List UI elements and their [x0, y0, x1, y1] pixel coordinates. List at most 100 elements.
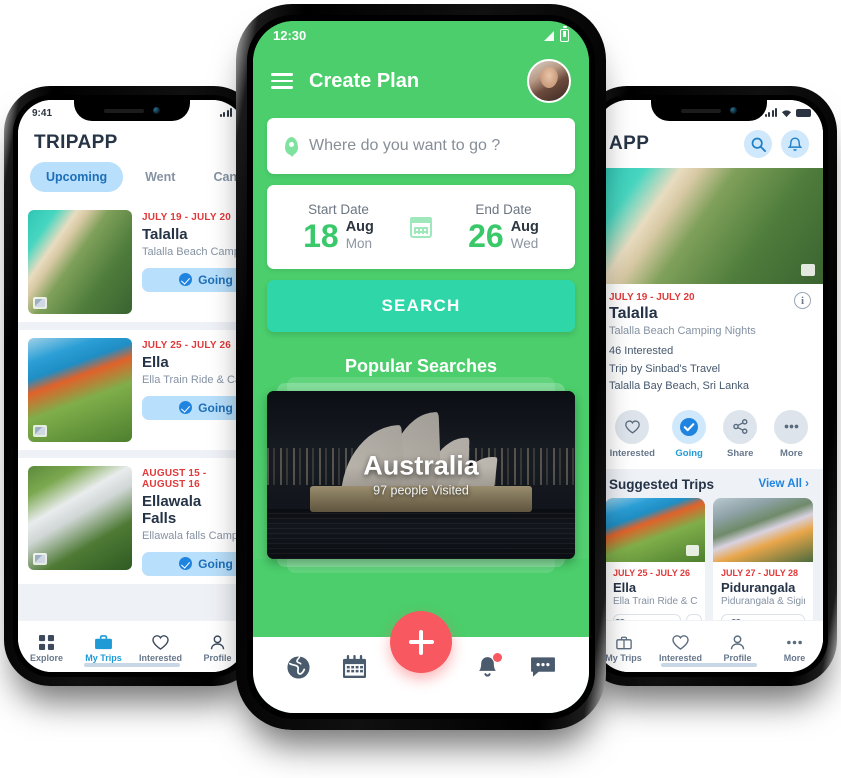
table-row[interactable]: JULY 19 - JULY 20 Talalla Talalla Beach …: [18, 202, 246, 322]
wifi-icon: [782, 109, 791, 117]
end-date-month: Aug: [510, 219, 539, 236]
going-label: Going: [198, 556, 233, 571]
center-phone-inner: 12:30 Create Plan Where do you want to g…: [247, 15, 595, 719]
tab-bar: Upcoming Went Cancelled: [18, 162, 246, 202]
end-date-label: End Date: [475, 202, 532, 218]
start-date-value: 18 Aug Mon: [303, 219, 374, 251]
right-bottom-nav: My Trips Interested Profile More: [595, 620, 823, 672]
going-button[interactable]: Going: [142, 551, 246, 576]
location-pin-icon: [285, 137, 298, 155]
section-title: Suggested Trips: [609, 476, 715, 492]
signal-icon: [219, 108, 232, 117]
search-input[interactable]: Where do you want to go ?: [267, 118, 575, 174]
popular-searches-title: Popular Searches: [344, 356, 498, 376]
table-row[interactable]: JULY 25 - JULY 26 Ella Ella Train Ride &…: [18, 330, 246, 450]
search-icon[interactable]: [744, 130, 772, 158]
trip-name: Ella: [142, 354, 169, 371]
bell-icon[interactable]: [781, 130, 809, 158]
action-interested[interactable]: Interested: [609, 409, 655, 459]
sidebar-item-label: Explore: [29, 652, 63, 663]
trip-info: AUGUST 15 - AUGUST 16 Ellawala Falls Ell…: [142, 466, 246, 576]
sidebar-item-explore[interactable]: Explore: [18, 634, 75, 663]
sidebar-item-label: My Trips: [85, 652, 122, 663]
action-going[interactable]: Going: [672, 409, 707, 459]
trip-thumbnail[interactable]: [28, 466, 132, 570]
end-date-month-weekday: Aug Wed: [511, 219, 539, 251]
front-camera-icon: [153, 107, 160, 114]
avatar[interactable]: [527, 59, 571, 103]
going-button[interactable]: Going: [142, 395, 246, 420]
sidebar-item-interested[interactable]: Interested: [652, 634, 709, 663]
search-button[interactable]: SEARCH: [267, 280, 575, 332]
nav-notifications[interactable]: [468, 653, 508, 679]
add-plan-fab[interactable]: [390, 611, 452, 673]
start-date-field[interactable]: Start Date 18 Aug Mon: [267, 202, 410, 251]
suggested-thumbnail[interactable]: [605, 497, 705, 562]
trip-date: JULY 27 - JULY 28: [721, 567, 799, 578]
speaker-icon: [681, 108, 721, 113]
nav-calendar[interactable]: [334, 655, 374, 679]
sidebar-item-label: More: [783, 652, 806, 663]
left-phone-frame: 9:41 TRIPAPP Upcoming Went Cancelled JUL…: [4, 86, 260, 686]
info-icon[interactable]: i: [794, 292, 811, 309]
person-icon: [730, 634, 745, 649]
trip-date: JULY 25 - JULY 26: [613, 567, 691, 578]
trip-thumbnail[interactable]: [28, 338, 132, 442]
trip-operator: Trip by Sinbad's Travel: [609, 362, 721, 375]
right-phone-notch: [651, 100, 767, 121]
suggested-header: Suggested Trips View All ›: [595, 468, 823, 498]
sidebar-item-my-trips[interactable]: My Trips: [75, 634, 132, 663]
tab-upcoming[interactable]: Upcoming: [30, 162, 124, 192]
nav-globe[interactable]: [279, 655, 319, 680]
interested-count: 46 Interested: [609, 345, 674, 357]
destination-name: Australia: [363, 450, 479, 481]
trip-name: Talalla: [609, 305, 658, 322]
check-circle-icon: [179, 557, 193, 571]
popular-destination-card[interactable]: Australia 97 people Visited: [267, 391, 575, 559]
multi-image-icon: [686, 544, 699, 556]
center-status-bar: 12:30: [253, 21, 589, 50]
create-plan-body: Where do you want to go ? Start Date 18 …: [253, 112, 589, 573]
destination-meta: 97 people Visited: [373, 483, 469, 498]
heart-icon: [672, 634, 689, 650]
right-phone-frame: APP i JULY 19 - JULY 20 Talalla Talalla …: [581, 86, 837, 686]
end-date-field[interactable]: End Date 26 Aug Wed: [432, 202, 575, 251]
trip-thumbnail[interactable]: [28, 210, 132, 314]
table-row[interactable]: AUGUST 15 - AUGUST 16 Ellawala Falls Ell…: [18, 458, 246, 584]
end-date-value: 26 Aug Wed: [468, 219, 539, 251]
trip-location: Talalla Bay Beach, Sri Lanka: [609, 380, 750, 393]
going-button[interactable]: Going: [142, 267, 246, 292]
sidebar-item-more[interactable]: More: [766, 635, 823, 663]
nav-messages[interactable]: [523, 656, 563, 678]
date-range-picker: Start Date 18 Aug Mon End Date 26 Aug We…: [267, 185, 575, 269]
search-button-label: SEARCH: [381, 296, 461, 315]
right-header: APP: [595, 126, 823, 168]
page-title: Create Plan: [309, 69, 420, 92]
trip-description: Talalla Beach Camping Nights: [609, 325, 756, 337]
briefcase-icon: [615, 636, 632, 649]
hamburger-icon[interactable]: [271, 73, 293, 89]
battery-icon: [560, 26, 569, 42]
action-label: Interested: [609, 447, 655, 459]
suggested-thumbnail[interactable]: [713, 497, 813, 562]
view-all-link[interactable]: View All ›: [759, 478, 810, 490]
calendar-icon[interactable]: [410, 216, 432, 238]
header-icons: [744, 130, 809, 158]
trip-description: Ellawala falls Camping Nights: [142, 530, 246, 542]
action-label: Share: [727, 447, 754, 459]
check-circle-icon: [179, 401, 193, 415]
sidebar-item-profile[interactable]: Profile: [709, 634, 766, 663]
status-indicators: [544, 26, 569, 42]
left-phone-notch: [74, 100, 190, 121]
action-share[interactable]: Share: [723, 409, 758, 459]
sidebar-item-interested[interactable]: Interested: [132, 634, 189, 663]
tab-went[interactable]: Went: [129, 162, 191, 192]
trip-info: JULY 19 - JULY 20 Talalla Talalla Beach …: [142, 210, 246, 314]
check-circle-icon: [179, 273, 193, 287]
hero-image[interactable]: [595, 168, 823, 284]
action-more[interactable]: More: [774, 409, 809, 459]
sidebar-item-label: My Trips: [605, 652, 642, 663]
start-date-weekday: Mon: [345, 236, 372, 252]
action-label: Going: [675, 447, 703, 459]
home-indicator: [661, 663, 757, 667]
